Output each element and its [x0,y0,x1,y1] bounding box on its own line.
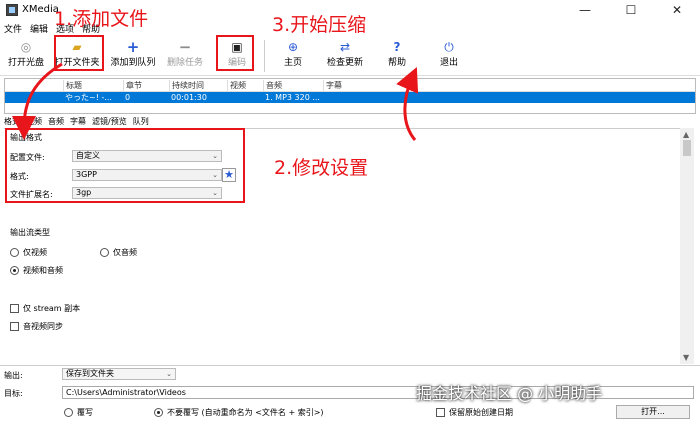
arrow-step1 [12,62,63,140]
annotation-arrows [12,62,419,141]
arrow-step3 [396,67,419,141]
watermark-text: 掘金技术社区 @ 小明助手 [416,384,603,403]
